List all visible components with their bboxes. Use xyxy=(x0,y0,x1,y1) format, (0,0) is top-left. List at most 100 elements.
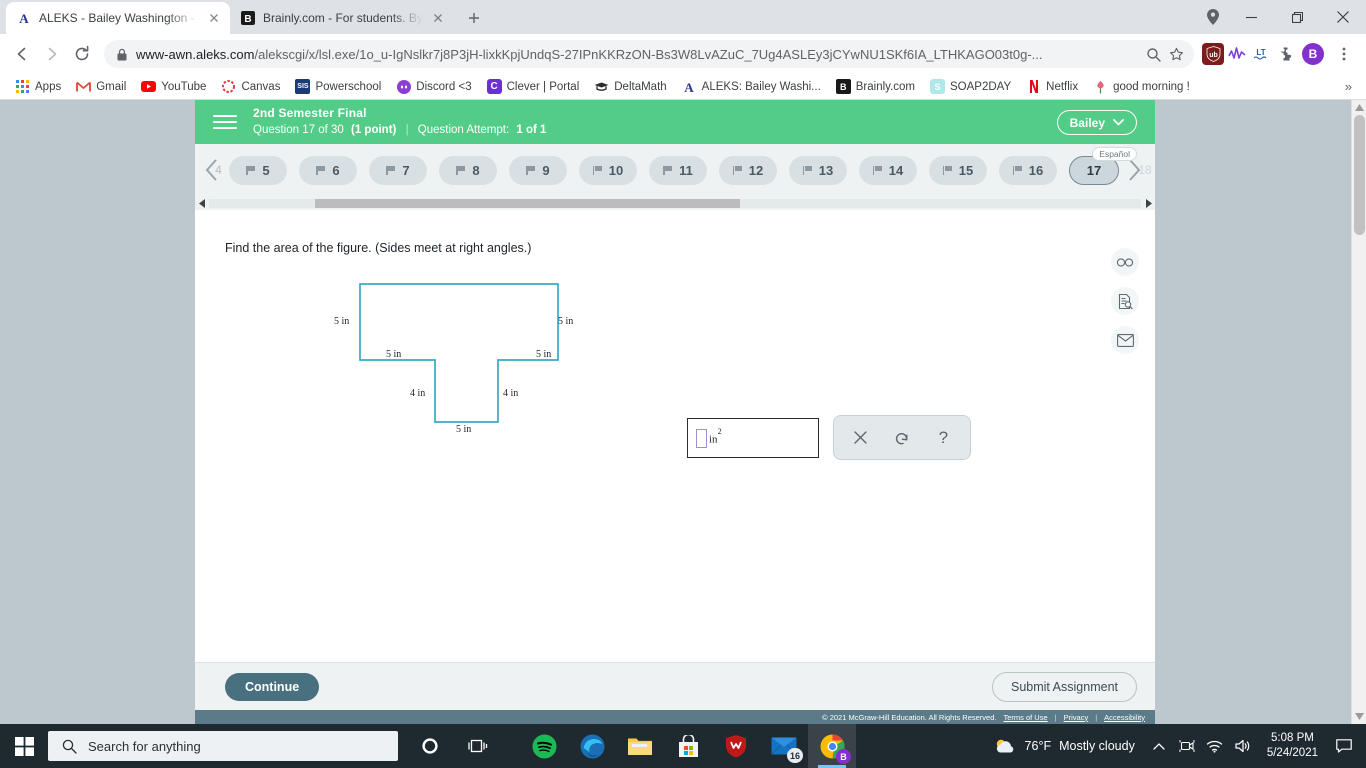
reload-icon[interactable] xyxy=(68,40,96,68)
clear-button[interactable] xyxy=(844,421,878,455)
bookmark-youtube[interactable]: YouTube xyxy=(134,77,213,96)
undo-button[interactable] xyxy=(885,421,919,455)
scroll-up-icon[interactable] xyxy=(1352,100,1366,115)
bookmark-soap2day[interactable]: S SOAP2DAY xyxy=(923,77,1018,96)
bookmark-deltamath[interactable]: DeltaMath xyxy=(587,77,673,96)
prev-question-button[interactable]: 4 xyxy=(195,144,229,196)
volume-icon[interactable] xyxy=(1229,724,1257,768)
search-icon[interactable] xyxy=(1146,47,1161,62)
flag-icon xyxy=(802,165,813,175)
taskbar-search-input[interactable]: Search for anything xyxy=(48,731,398,761)
edge-taskbar-icon[interactable] xyxy=(568,724,616,768)
bookmarks-overflow-icon[interactable]: » xyxy=(1339,79,1358,94)
bookmark-powerschool[interactable]: SIS Powerschool xyxy=(288,77,388,96)
mcafee-taskbar-icon[interactable] xyxy=(712,724,760,768)
question-pill-13[interactable]: 13 xyxy=(789,155,847,185)
hamburger-menu-icon[interactable] xyxy=(213,111,237,133)
profile-avatar[interactable]: B xyxy=(1302,43,1324,65)
mail-taskbar-icon[interactable]: 16 xyxy=(760,724,808,768)
scroll-left-icon[interactable] xyxy=(195,196,209,210)
question-pill-10[interactable]: 10 xyxy=(579,155,637,185)
camera-privacy-icon[interactable] xyxy=(1173,724,1201,768)
page-scrollbar[interactable] xyxy=(1351,100,1366,724)
microsoft-store-taskbar-icon[interactable] xyxy=(664,724,712,768)
glasses-icon[interactable] xyxy=(1111,248,1139,276)
notifications-icon[interactable] xyxy=(1328,724,1360,768)
question-pill-5[interactable]: 5 xyxy=(229,155,287,185)
wifi-icon[interactable] xyxy=(1201,724,1229,768)
scroll-right-icon[interactable] xyxy=(1141,196,1155,210)
ublock-origin-extension-icon[interactable]: ub xyxy=(1202,43,1224,65)
profile-pin-icon[interactable] xyxy=(1198,1,1228,33)
minimize-button[interactable] xyxy=(1228,1,1274,33)
taskbar-clock[interactable]: 5:08 PM 5/24/2021 xyxy=(1257,731,1328,761)
terms-of-use-link[interactable]: Terms of Use xyxy=(1003,713,1047,722)
close-icon[interactable] xyxy=(430,10,446,26)
spotify-taskbar-icon[interactable] xyxy=(520,724,568,768)
accessibility-link[interactable]: Accessibility xyxy=(1104,713,1145,722)
bookmark-canvas[interactable]: Canvas xyxy=(214,77,287,96)
question-navigator: 4 5 6 7 8 9 10 11 12 13 14 15 16 17 18 E… xyxy=(195,144,1155,196)
flag-icon xyxy=(246,165,256,175)
question-pill-6[interactable]: 6 xyxy=(299,155,357,185)
bookmark-gmail[interactable]: Gmail xyxy=(69,77,133,96)
svg-text:B: B xyxy=(244,14,251,25)
gmail-icon xyxy=(76,79,92,94)
cortana-icon[interactable] xyxy=(406,724,454,768)
wave-extension-icon[interactable] xyxy=(1226,43,1248,65)
question-pill-9[interactable]: 9 xyxy=(509,155,567,185)
window-controls xyxy=(1198,0,1366,34)
question-pill-12[interactable]: 12 xyxy=(719,155,777,185)
extensions-puzzle-icon[interactable] xyxy=(1274,43,1296,65)
question-pill-16[interactable]: 16 xyxy=(999,155,1057,185)
chevron-up-icon[interactable] xyxy=(1145,724,1173,768)
privacy-link[interactable]: Privacy xyxy=(1064,713,1089,722)
question-pill-14[interactable]: 14 xyxy=(859,155,917,185)
close-window-button[interactable] xyxy=(1320,1,1366,33)
search-icon xyxy=(62,739,77,754)
question-pill-7[interactable]: 7 xyxy=(369,155,427,185)
submit-assignment-button[interactable]: Submit Assignment xyxy=(992,672,1137,702)
languagetool-extension-icon[interactable]: LT xyxy=(1250,43,1272,65)
address-bar[interactable]: www-awn.aleks.com/alekscgi/x/lsl.exe/1o_… xyxy=(104,40,1194,68)
star-icon[interactable] xyxy=(1169,47,1184,62)
user-menu-button[interactable]: Bailey xyxy=(1056,110,1137,135)
espanol-toggle[interactable]: Español xyxy=(1092,147,1137,161)
windows-start-icon[interactable] xyxy=(0,724,48,768)
kebab-menu-icon[interactable] xyxy=(1330,40,1358,68)
question-pill-15[interactable]: 15 xyxy=(929,155,987,185)
task-view-icon[interactable] xyxy=(454,724,502,768)
weather-widget[interactable]: 76°F Mostly cloudy xyxy=(983,737,1145,755)
chrome-taskbar-icon[interactable]: B xyxy=(808,724,856,768)
file-explorer-taskbar-icon[interactable] xyxy=(616,724,664,768)
bookmark-apps[interactable]: Apps xyxy=(8,77,68,96)
question-pill-8[interactable]: 8 xyxy=(439,155,497,185)
scrollbar-thumb[interactable] xyxy=(315,199,740,208)
assignment-title: 2nd Semester Final xyxy=(253,106,367,120)
document-search-icon[interactable] xyxy=(1111,287,1139,315)
help-button[interactable]: ? xyxy=(926,421,960,455)
navigator-horizontal-scrollbar[interactable] xyxy=(195,196,1155,210)
scroll-down-icon[interactable] xyxy=(1352,709,1366,724)
bookmark-discord[interactable]: Discord <3 xyxy=(389,77,478,96)
bookmark-good-morning[interactable]: good morning ! xyxy=(1086,77,1197,96)
answer-input[interactable]: in2 xyxy=(687,418,819,458)
question-pill-11[interactable]: 11 xyxy=(649,155,707,185)
bookmark-clever[interactable]: C Clever | Portal xyxy=(480,77,587,96)
maximize-button[interactable] xyxy=(1274,1,1320,33)
bookmark-aleks[interactable]: A ALEKS: Bailey Washi... xyxy=(675,77,828,96)
browser-tab-brainly[interactable]: B Brainly.com - For students. By stu xyxy=(230,2,454,34)
new-tab-button[interactable] xyxy=(460,4,488,32)
browser-tab-aleks[interactable]: A ALEKS - Bailey Washington - 2nd xyxy=(6,2,230,34)
back-icon[interactable] xyxy=(8,40,36,68)
bookmark-label: DeltaMath xyxy=(614,80,667,93)
page-scrollbar-thumb[interactable] xyxy=(1354,115,1365,235)
bookmark-netflix[interactable]: Netflix xyxy=(1019,77,1085,96)
forward-icon[interactable] xyxy=(38,40,66,68)
close-icon[interactable] xyxy=(206,10,222,26)
bookmark-brainly[interactable]: B Brainly.com xyxy=(829,77,922,96)
envelope-icon[interactable] xyxy=(1111,326,1139,354)
empty-answer-box[interactable] xyxy=(696,428,707,448)
continue-button[interactable]: Continue xyxy=(225,673,320,701)
mail-badge: 16 xyxy=(786,748,803,763)
